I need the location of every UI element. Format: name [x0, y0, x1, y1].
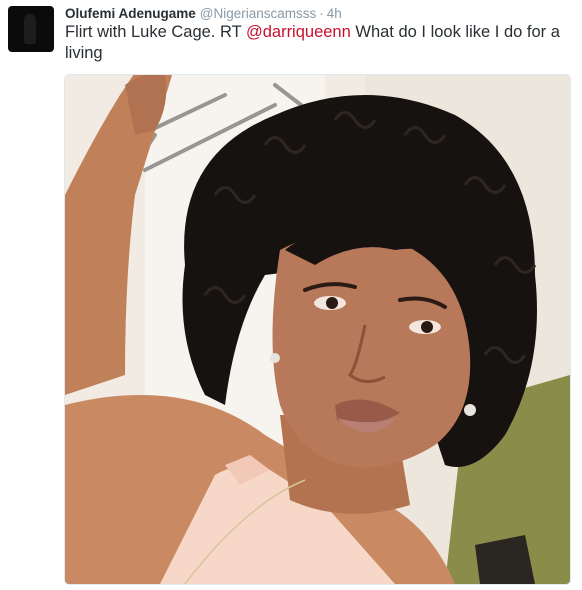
meta-separator: ·	[319, 6, 324, 21]
mention-link[interactable]: @darriqueenn	[246, 23, 351, 41]
tweet-text-part: Flirt with Luke Cage. RT	[65, 23, 246, 41]
tweet-header: Olufemi Adenugame @Nigerianscamsss · 4h	[65, 5, 342, 23]
avatar-figure	[24, 14, 36, 44]
selfie-image	[65, 75, 570, 584]
tweet-photo[interactable]	[64, 74, 571, 585]
tweet-text: Flirt with Luke Cage. RT @darriqueenn Wh…	[65, 22, 565, 64]
avatar[interactable]	[8, 6, 54, 52]
author-handle[interactable]: @Nigerianscamsss	[200, 6, 316, 21]
tweet-timestamp[interactable]: 4h	[327, 6, 342, 21]
author-name[interactable]: Olufemi Adenugame	[65, 6, 196, 21]
tweet-card[interactable]: Olufemi Adenugame @Nigerianscamsss · 4h Fli…	[0, 0, 582, 590]
